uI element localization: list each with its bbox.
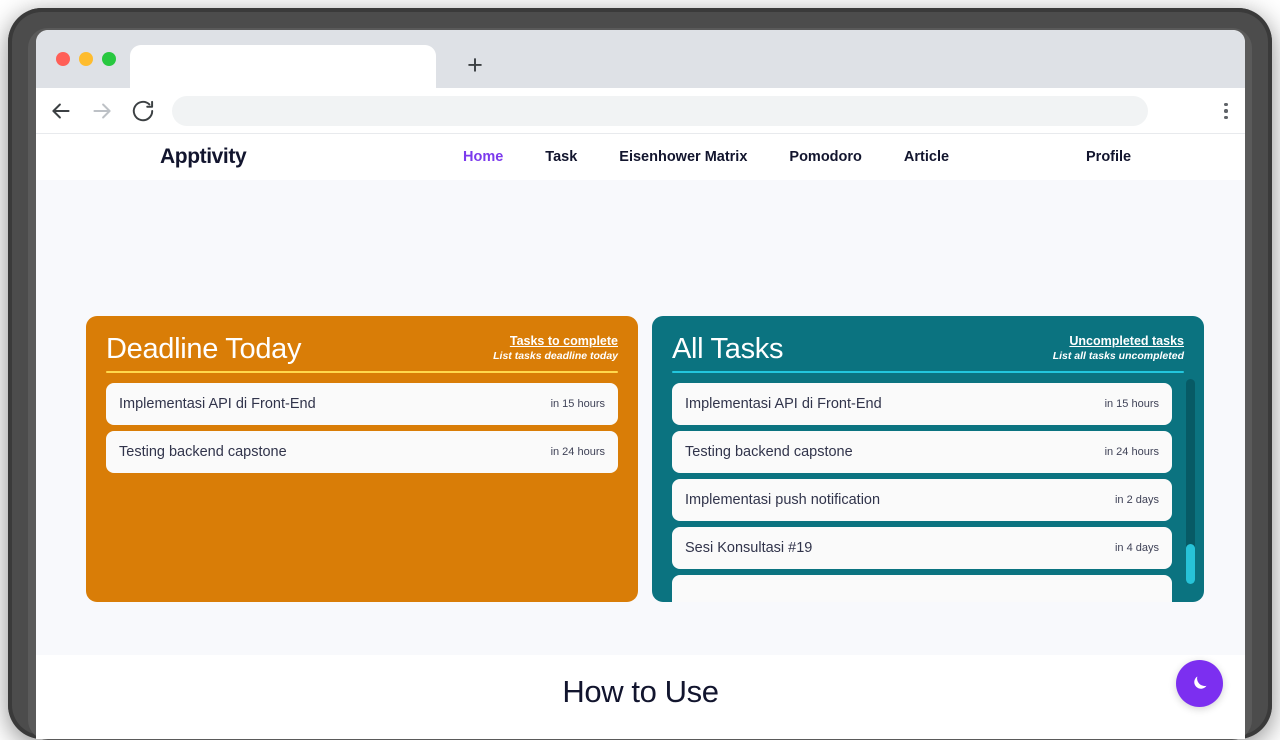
close-window-button[interactable] [56, 52, 70, 66]
browser-toolbar [36, 88, 1245, 134]
card-title: All Tasks [672, 333, 784, 365]
browser-tab-strip: + [36, 30, 1245, 88]
all-tasks-list: Implementasi API di Front-End in 15 hour… [672, 383, 1172, 602]
card-divider [672, 371, 1184, 374]
card-title: Deadline Today [106, 333, 302, 365]
how-to-use-title: How to Use [562, 674, 719, 709]
scrollbar-thumb[interactable] [1186, 544, 1195, 584]
task-name: Implementasi push notification [685, 492, 881, 509]
task-due: in 15 hours [550, 398, 605, 411]
task-due: in 24 hours [550, 446, 605, 459]
dark-mode-toggle-button[interactable] [1176, 660, 1223, 707]
task-row[interactable]: Implementasi API di Front-End in 15 hour… [106, 383, 618, 426]
task-name: Implementasi API di Front-End [119, 396, 316, 413]
window-controls [56, 52, 116, 66]
moon-icon [1194, 676, 1207, 689]
kebab-menu-icon[interactable] [1213, 98, 1239, 124]
brand-logo[interactable]: Apptivity [160, 145, 247, 169]
nav-link-home[interactable]: Home [463, 149, 503, 165]
browser-tab[interactable] [130, 45, 436, 88]
task-row[interactable]: Implementasi API di Front-End in 15 hour… [672, 383, 1172, 426]
card-header: Deadline Today Tasks to complete List ta… [106, 334, 618, 371]
all-tasks-card: All Tasks Uncompleted tasks List all tas… [652, 316, 1204, 602]
deadline-task-list: Implementasi API di Front-End in 15 hour… [106, 383, 618, 602]
back-icon[interactable] [48, 98, 74, 124]
card-meta: Uncompleted tasks List all tasks uncompl… [1053, 334, 1184, 364]
all-tasks-scrollbar[interactable] [1186, 379, 1195, 584]
reload-icon[interactable] [130, 98, 156, 124]
task-due: in 24 hours [1104, 446, 1159, 459]
forward-icon [89, 98, 115, 124]
nav-link-pomodoro[interactable]: Pomodoro [789, 149, 862, 165]
task-row[interactable]: Implementasi push notification in 2 days [672, 479, 1172, 522]
card-header: All Tasks Uncompleted tasks List all tas… [672, 334, 1184, 371]
how-to-use-section: How to Use Task [36, 655, 1245, 739]
deadline-today-card: Deadline Today Tasks to complete List ta… [86, 316, 638, 602]
card-subtitle: List tasks deadline today [493, 350, 618, 363]
card-meta: Tasks to complete List tasks deadline to… [493, 334, 618, 364]
task-row[interactable]: Testing backend capstone in 24 hours [106, 431, 618, 474]
card-divider [106, 371, 618, 374]
page-viewport: Apptivity Home Task Eisenhower Matrix Po… [36, 134, 1245, 739]
tasks-to-complete-link[interactable]: Tasks to complete [493, 334, 618, 348]
nav-link-task[interactable]: Task [545, 149, 577, 165]
site-navbar: Apptivity Home Task Eisenhower Matrix Po… [36, 134, 1245, 180]
minimize-window-button[interactable] [79, 52, 93, 66]
browser-window: + Apptivity Home Task Eisenhower Matrix … [36, 30, 1245, 739]
task-due: in 4 days [1114, 542, 1159, 555]
new-tab-button[interactable]: + [460, 52, 490, 82]
address-bar[interactable] [172, 96, 1148, 126]
nav-link-profile[interactable]: Profile [1086, 149, 1131, 165]
nav-link-eisenhower-matrix[interactable]: Eisenhower Matrix [619, 149, 747, 165]
task-name: Sesi Konsultasi #19 [685, 540, 813, 557]
task-name: Testing backend capstone [119, 444, 287, 461]
maximize-window-button[interactable] [102, 52, 116, 66]
nav-links: Home Task Eisenhower Matrix Pomodoro Art… [463, 149, 949, 165]
task-name: Testing backend capstone [685, 444, 853, 461]
task-name: Implementasi API di Front-End [685, 396, 882, 413]
card-subtitle: List all tasks uncompleted [1052, 350, 1184, 363]
nav-link-article[interactable]: Article [904, 149, 949, 165]
task-row[interactable]: Testing backend capstone in 24 hours [672, 431, 1172, 474]
task-row[interactable] [672, 575, 1172, 602]
task-due: in 2 days [1114, 494, 1159, 507]
task-row[interactable]: Sesi Konsultasi #19 in 4 days [672, 527, 1172, 570]
uncompleted-tasks-link[interactable]: Uncompleted tasks [1053, 334, 1184, 348]
task-due: in 15 hours [1104, 398, 1159, 411]
dashboard-cards: Deadline Today Tasks to complete List ta… [86, 316, 1204, 602]
